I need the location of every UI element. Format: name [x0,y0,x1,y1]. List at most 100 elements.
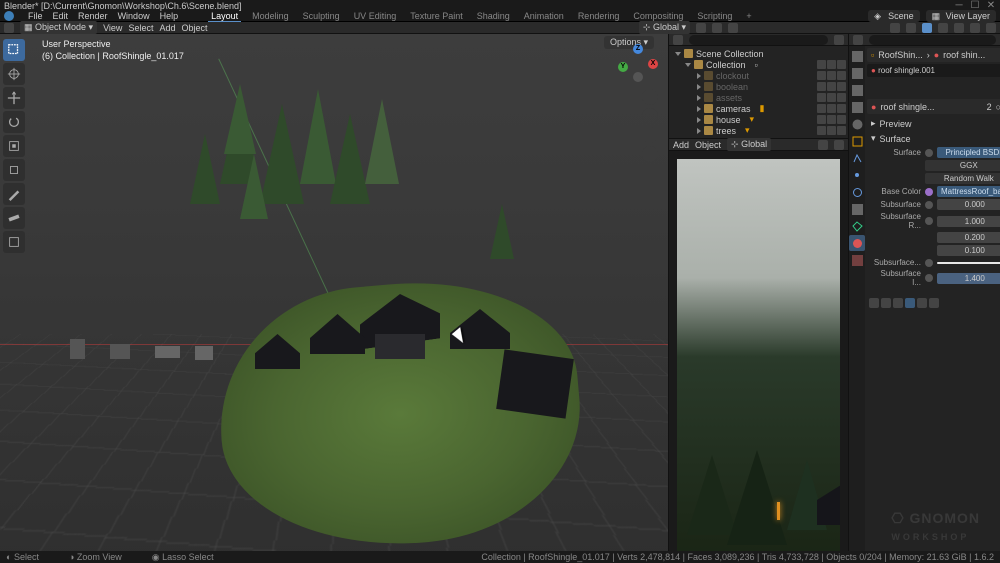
menu-render[interactable]: Render [78,11,108,21]
visibility-toggle[interactable] [827,104,836,113]
outliner-item[interactable]: boolean [716,82,748,92]
overlay-toggle-icon[interactable] [906,23,916,33]
tool-select-box[interactable] [3,39,25,61]
tab-output-properties[interactable] [849,65,865,81]
subsurface-r3-input[interactable]: 0.100 [937,245,1000,256]
surface-panel-header[interactable]: ▾Surface [867,131,1000,146]
minimize-button[interactable]: ─ [954,1,964,11]
menu-add[interactable]: Add [159,23,175,33]
nav-pan-icon[interactable] [642,108,658,124]
editor-type-icon[interactable] [4,23,14,33]
nav-zoom-icon[interactable] [642,89,658,105]
properties-search-input[interactable] [869,35,996,45]
exclude-toggle[interactable] [817,126,826,135]
visibility-toggle[interactable] [827,60,836,69]
outliner-item[interactable]: Collection [706,60,746,70]
mode-selector[interactable]: ▦ Object Mode ▾ [20,21,97,34]
outliner-root[interactable]: Scene Collection [696,49,764,59]
pivot-icon[interactable] [696,23,706,33]
properties-editor-icon[interactable] [853,35,863,45]
tool-move[interactable] [3,87,25,109]
render-toggle[interactable] [837,82,846,91]
scene-selector[interactable]: ◈ Scene [868,10,920,22]
overlay-icon[interactable] [929,298,939,308]
shading-icon-3[interactable] [834,140,844,150]
render-toggle[interactable] [837,104,846,113]
tool-transform[interactable] [3,159,25,181]
gizmo-z-axis[interactable]: Z [633,44,643,54]
exclude-toggle[interactable] [817,104,826,113]
viewlayer-selector[interactable]: ▦ View Layer [926,10,996,22]
tab-layout[interactable]: Layout [208,11,241,22]
gizmo-x-axis[interactable]: X [648,59,658,69]
overlay-icon[interactable] [893,298,903,308]
outliner-item[interactable]: cameras [716,104,751,114]
outliner-item[interactable]: trees [716,126,736,136]
tab-animation[interactable]: Animation [521,11,567,22]
render-toggle[interactable] [837,93,846,102]
preview-panel-header[interactable]: ▸Preview [867,116,1000,131]
shading-matprev-icon[interactable] [970,23,980,33]
socket-dot-icon[interactable] [925,217,933,225]
menu-view[interactable]: View [103,23,122,33]
render-toggle[interactable] [837,115,846,124]
tab-uv[interactable]: UV Editing [351,11,400,22]
subsurface-r2-input[interactable]: 0.200 [937,232,1000,243]
exclude-toggle[interactable] [817,82,826,91]
gizmo-toggle-icon[interactable] [890,23,900,33]
exclude-toggle[interactable] [817,60,826,69]
overlay-icon[interactable] [905,298,915,308]
orientation-selector[interactable]: ⊹ Global ▾ [639,21,690,34]
exclude-toggle[interactable] [817,115,826,124]
orientation-2[interactable]: ⊹ Global [727,138,771,151]
tab-constraint-properties[interactable] [849,201,865,217]
distribution-dropdown[interactable]: GGX [925,160,1000,171]
tab-modeling[interactable]: Modeling [249,11,292,22]
tab-physics-properties[interactable] [849,184,865,200]
overlay-icon[interactable] [869,298,879,308]
exclude-toggle[interactable] [817,93,826,102]
visibility-toggle[interactable] [827,115,836,124]
tab-add[interactable]: + [743,11,754,22]
tab-compositing[interactable]: Compositing [630,11,686,22]
material-datablock[interactable]: ● roof shingle... 2 ○ ✕ [867,99,1000,114]
gizmo-neg-z[interactable] [633,72,643,82]
tab-texture-properties[interactable] [849,252,865,268]
sss-method-dropdown[interactable]: Random Walk [925,173,1000,184]
shading-rendered-icon[interactable] [986,23,996,33]
subsurface-input[interactable]: 0.000 [937,199,1000,210]
material-slot-list[interactable]: ● roof shingle.001 [867,64,1000,77]
nav-perspective-icon[interactable] [642,146,658,162]
menu-select[interactable]: Select [128,23,153,33]
nav-camera-icon[interactable] [642,127,658,143]
navigation-gizmo[interactable]: X Y Z [618,44,658,84]
xray-icon[interactable] [922,23,932,33]
outliner-item[interactable]: house [716,115,741,125]
tab-material-properties[interactable] [849,235,865,251]
shading-icon-2[interactable] [818,140,828,150]
visibility-toggle[interactable] [827,126,836,135]
tab-object-properties[interactable] [849,133,865,149]
3d-viewport[interactable]: User Perspective (6) Collection | RoofSh… [0,34,668,563]
render-preview-viewport[interactable] [677,159,840,555]
tab-modifier-properties[interactable] [849,150,865,166]
outliner-item[interactable]: clockout [716,71,749,81]
render-toggle[interactable] [837,126,846,135]
outliner-tree[interactable]: Scene Collection Collection▫ clockout bo… [669,46,848,138]
menu-object[interactable]: Object [181,23,207,33]
subsurface-r1-input[interactable]: 1.000 [937,216,1000,227]
tool-cursor[interactable] [3,63,25,85]
socket-dot-icon[interactable] [925,274,933,282]
outliner-item[interactable]: assets [716,93,742,103]
tool-annotate[interactable] [3,183,25,205]
visibility-toggle[interactable] [827,71,836,80]
menu-help[interactable]: Help [160,11,179,21]
render-toggle[interactable] [837,71,846,80]
outliner-search-input[interactable] [689,35,828,45]
tool-rotate[interactable] [3,111,25,133]
menu-file[interactable]: File [28,11,43,21]
material-new-icon[interactable]: ○ [996,102,1000,112]
tab-scene-properties[interactable] [849,99,865,115]
subsurface-ior-input[interactable]: 1.400 [937,273,1000,284]
tab-world-properties[interactable] [849,116,865,132]
